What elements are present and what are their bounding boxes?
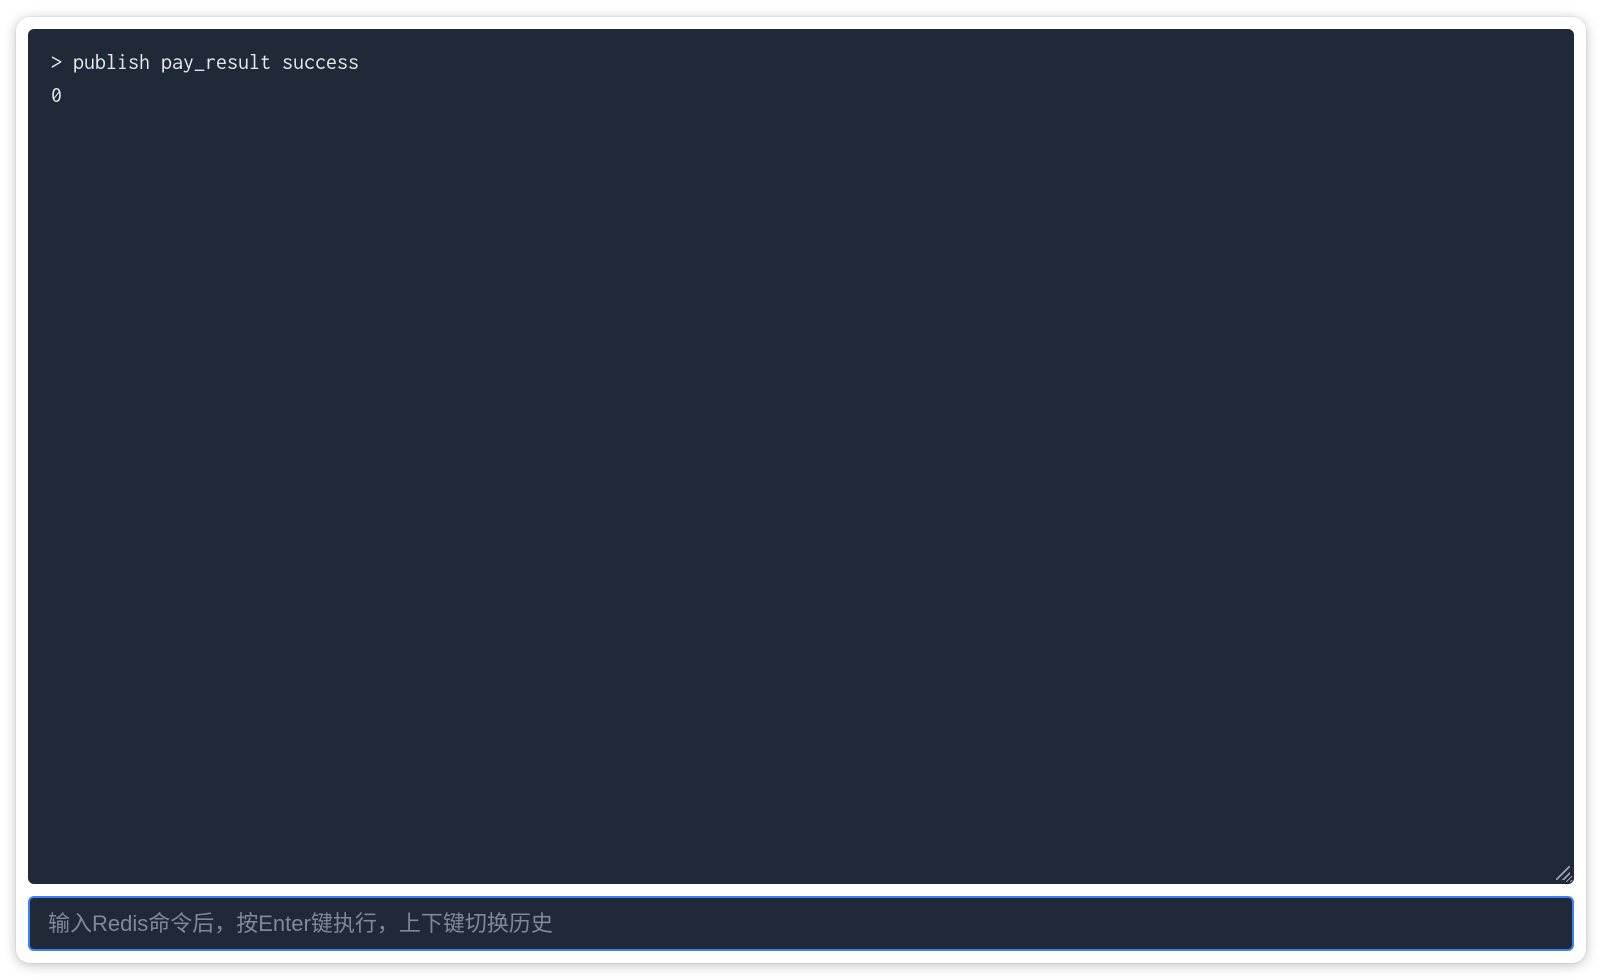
terminal-output[interactable]: > publish pay_result success 0 <box>28 29 1574 884</box>
redis-cli-panel: > publish pay_result success 0 <box>16 17 1586 963</box>
command-input[interactable] <box>48 911 1554 937</box>
command-input-container <box>28 896 1574 951</box>
